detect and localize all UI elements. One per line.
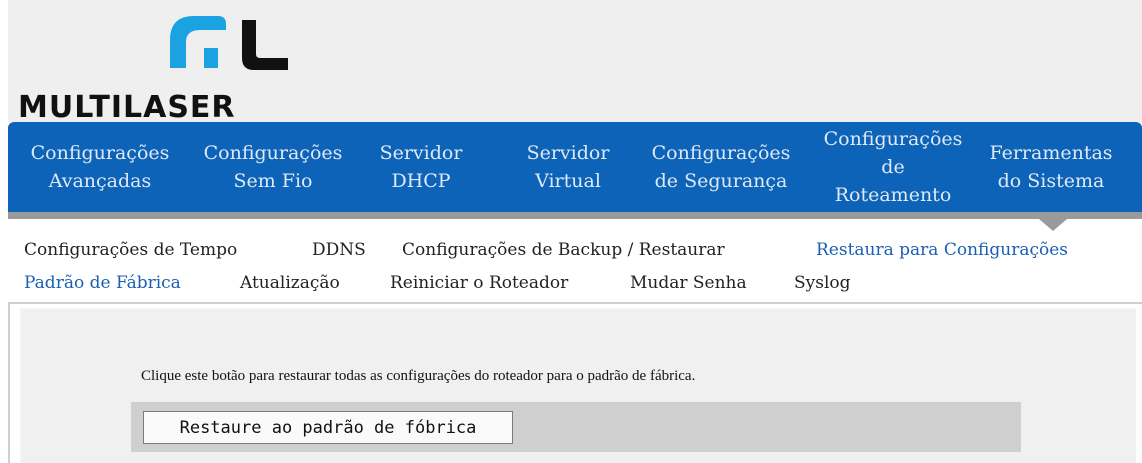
subnav-padrao-de-fabrica[interactable]: Padrão de Fábrica [24, 273, 181, 293]
nav-item-configuracoes-de-seguranca[interactable]: Configurações de Segurança [636, 122, 806, 212]
restore-factory-defaults-button[interactable]: Restaure ao padrão de fóbrica [143, 411, 513, 444]
sub-navigation: Configurações de Tempo DDNS Configuraçõe… [18, 234, 1133, 302]
nav-item-ferramentas-do-sistema[interactable]: Ferramentas do Sistema [980, 122, 1122, 212]
nav-item-configuracoes-avancadas[interactable]: Configurações Avançadas [14, 122, 186, 212]
router-admin-page: MULTILASER Configurações Avançadas Confi… [0, 0, 1142, 463]
nav-item-configuracoes-sem-fio[interactable]: Configurações Sem Fio [186, 122, 360, 212]
subnav-reiniciar-o-roteador[interactable]: Reiniciar o Roteador [390, 273, 568, 293]
active-nav-pointer-icon [1039, 219, 1067, 231]
nav-underline [8, 212, 1142, 219]
subnav-configuracoes-de-backup-restaurar[interactable]: Configurações de Backup / Restaurar [402, 240, 725, 260]
subnav-syslog[interactable]: Syslog [794, 273, 851, 293]
nav-item-servidor-virtual[interactable]: Servidor Virtual [516, 122, 620, 212]
subnav-mudar-senha[interactable]: Mudar Senha [630, 273, 747, 293]
logo-right-l-icon [242, 20, 288, 70]
restore-instruction-text: Clique este botão para restaurar todas a… [141, 368, 696, 384]
subnav-ddns[interactable]: DDNS [312, 240, 366, 260]
main-navigation: Configurações Avançadas Configurações Se… [8, 122, 1142, 212]
subnav-restaura-para-configuracoes[interactable]: Restaura para Configurações [816, 240, 1068, 260]
nav-item-servidor-dhcp[interactable]: Servidor DHCP [372, 122, 470, 212]
logo-stem-icon [204, 48, 218, 68]
header: MULTILASER [8, 0, 1142, 125]
subnav-configuracoes-de-tempo[interactable]: Configurações de Tempo [24, 240, 237, 260]
nav-item-configuracoes-de-roteamento[interactable]: Configurações de Roteamento [808, 122, 978, 212]
brand-name: MULTILASER [18, 90, 236, 125]
multilaser-logo: MULTILASER [18, 12, 288, 125]
subnav-atualizacao[interactable]: Atualização [240, 273, 340, 293]
